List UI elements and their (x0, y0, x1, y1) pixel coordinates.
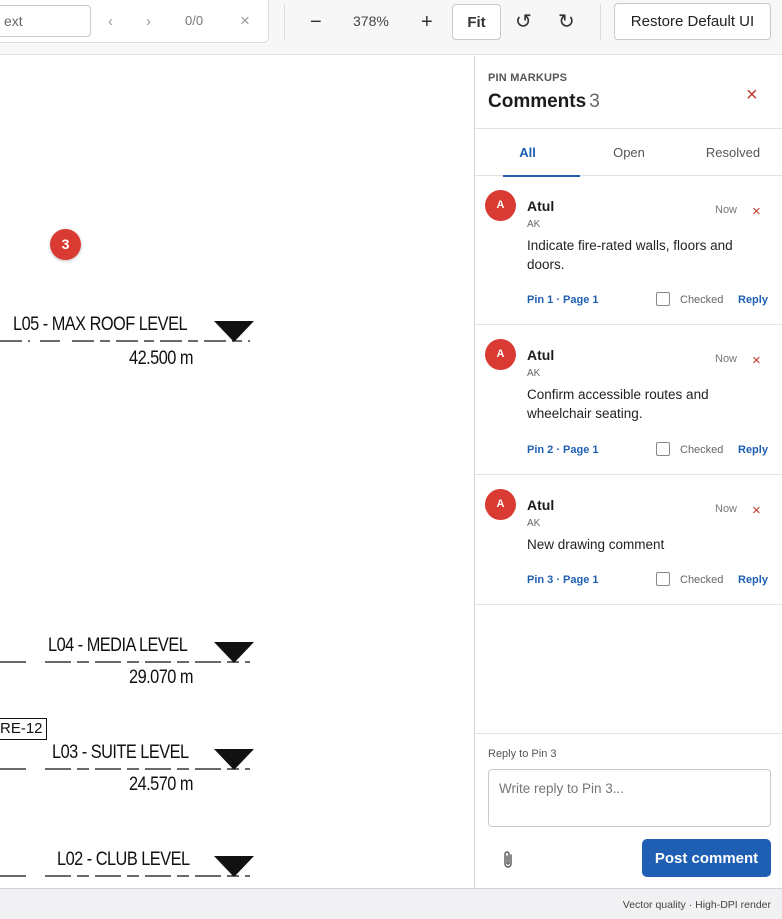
tab-all[interactable]: All (489, 129, 580, 177)
post-comment-button[interactable]: Post comment (642, 839, 771, 877)
comment-card: A Atul AK Now × New drawing comment Pin … (475, 475, 782, 605)
drawing-canvas[interactable]: 3 L05 - MAX ROOF LEVEL 42.500 m L04 - ME… (0, 56, 474, 888)
checked-checkbox[interactable] (656, 292, 670, 306)
panel-kicker: PIN MARKUPS (488, 72, 568, 84)
checked-label: Checked (680, 574, 724, 586)
search-next-icon[interactable]: › (146, 12, 151, 32)
comment-body: Indicate fire-rated walls, floors and do… (527, 238, 733, 272)
zoom-level: 378% (353, 13, 389, 29)
delete-comment-icon[interactable]: × (752, 503, 761, 519)
reply-link[interactable]: Reply (738, 444, 768, 456)
avatar: A (485, 339, 516, 370)
comment-pin-link[interactable]: Pin 3 · Page 1 (527, 574, 599, 586)
restore-default-ui-button[interactable]: Restore Default UI (614, 3, 771, 40)
rotate-ccw-icon[interactable]: ↺ (515, 11, 532, 33)
tab-resolved[interactable]: Resolved (695, 129, 771, 176)
comment-tabs: All Open Resolved (475, 128, 782, 177)
reply-input[interactable] (488, 769, 771, 827)
close-icon[interactable]: × (746, 84, 758, 106)
comment-card: A Atul AK Now × Indicate fire-rated wall… (475, 176, 782, 325)
reply-link[interactable]: Reply (738, 574, 768, 586)
avatar: A (485, 190, 516, 221)
comment-body: New drawing comment (527, 537, 665, 552)
comment-time: Now (715, 503, 738, 515)
tab-label: Open (613, 145, 645, 160)
toolbar-divider (284, 4, 285, 40)
comment-time: Now (715, 204, 738, 216)
toolbar-divider (600, 4, 601, 40)
reply-composer: Reply to Pin 3 Post comment (475, 733, 782, 888)
level-elevation: 29.070 m (129, 667, 194, 688)
rotate-cw-icon[interactable]: ↻ (558, 11, 575, 33)
level-elevation: 24.570 m (129, 774, 194, 795)
checked-label: Checked (680, 294, 724, 306)
level-marker-triangle (214, 642, 254, 663)
comment-pin-link[interactable]: Pin 2 · Page 1 (527, 444, 599, 456)
toolbar: ‹ › 0/0 × − 378% + Fit ↺ ↻ Restore Defau… (0, 0, 782, 55)
comment-author: Atul (527, 198, 555, 214)
delete-comment-icon[interactable]: × (752, 204, 761, 220)
comments-panel: PIN MARKUPS Comments 3 × All Open Resolve… (474, 56, 782, 888)
search-prev-icon[interactable]: ‹ (108, 12, 113, 32)
level-marker-triangle (214, 856, 254, 877)
level-label: L03 - SUITE LEVEL (52, 742, 189, 763)
delete-comment-icon[interactable]: × (752, 353, 761, 369)
level-label: L02 - CLUB LEVEL (57, 849, 190, 870)
comment-author: Atul (527, 347, 555, 363)
tab-label: All (519, 145, 536, 160)
level-label: L05 - MAX ROOF LEVEL (13, 314, 188, 335)
comment-initials: AK (527, 368, 541, 379)
search-group: ‹ › 0/0 × (0, 0, 269, 43)
fit-button[interactable]: Fit (452, 4, 501, 40)
level-marker-triangle (214, 321, 254, 342)
search-clear-icon[interactable]: × (240, 11, 250, 31)
checked-checkbox[interactable] (656, 572, 670, 586)
panel-title-text: Comments (488, 91, 587, 112)
pin-marker[interactable]: 3 (50, 229, 81, 260)
checked-label: Checked (680, 444, 724, 456)
comment-time: Now (715, 353, 738, 365)
comment-author: Atul (527, 497, 555, 513)
comment-body: Confirm accessible routes and wheelchair… (527, 387, 709, 421)
tab-open[interactable]: Open (590, 129, 668, 176)
checked-checkbox[interactable] (656, 442, 670, 456)
avatar: A (485, 489, 516, 520)
comment-card: A Atul AK Now × Confirm accessible route… (475, 325, 782, 475)
reply-link[interactable]: Reply (738, 294, 768, 306)
level-marker-triangle (214, 749, 254, 770)
drawing-tag: RE-12 (0, 718, 47, 740)
panel-title: Comments 3 (488, 91, 600, 113)
paperclip-icon[interactable] (501, 850, 515, 874)
render-quality-status: Vector quality · High-DPI render (622, 899, 771, 911)
search-count: 0/0 (185, 13, 204, 28)
reply-label: Reply to Pin 3 (488, 748, 557, 760)
comment-pin-link[interactable]: Pin 1 · Page 1 (527, 294, 599, 306)
zoom-in-button[interactable]: + (421, 10, 433, 34)
comment-initials: AK (527, 219, 541, 230)
status-bar: Vector quality · High-DPI render (0, 888, 782, 919)
level-elevation: 42.500 m (129, 348, 194, 369)
tab-label: Resolved (705, 145, 761, 160)
zoom-out-button[interactable]: − (310, 10, 322, 34)
comment-initials: AK (527, 518, 541, 529)
comment-count: 3 (589, 91, 600, 112)
search-input[interactable] (0, 5, 91, 37)
level-label: L04 - MEDIA LEVEL (48, 635, 188, 656)
